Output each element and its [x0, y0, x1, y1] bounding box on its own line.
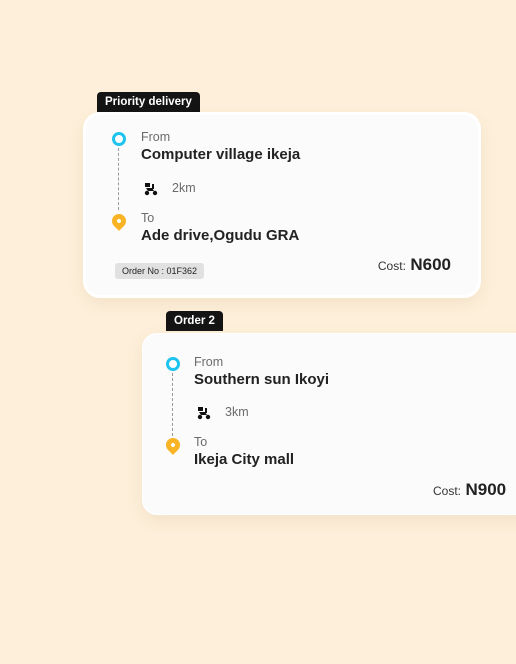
order-number-badge: Order No : 01F362	[115, 263, 205, 279]
to-address: Ade drive,Ogudu GRA	[141, 227, 300, 244]
dropoff-pin-icon	[163, 435, 183, 455]
to-label: To	[194, 435, 208, 449]
pickup-pin-icon	[166, 357, 180, 371]
from-address: Computer village ikeja	[141, 146, 301, 163]
cost-value: N900	[465, 480, 507, 499]
pickup-pin-icon	[112, 132, 126, 146]
from-label: From	[141, 130, 171, 144]
cost: Cost: N600	[378, 255, 451, 275]
distance-text: 2km	[172, 181, 196, 195]
dropoff-pin-icon	[109, 211, 129, 231]
delivery-bike-icon	[197, 407, 211, 420]
delivery-bike-icon	[144, 183, 158, 196]
priority-delivery-tag: Priority delivery	[97, 92, 200, 112]
cost: Cost: N900	[433, 480, 506, 500]
cost-label: Cost:	[433, 484, 462, 498]
from-address: Southern sun Ikoyi	[194, 371, 330, 388]
order-card-2[interactable]: From Southern sun Ikoyi 3km To Ikeja Cit…	[143, 334, 516, 514]
order-card-priority[interactable]: From Computer village ikeja 2km To Ade d…	[86, 115, 478, 295]
from-label: From	[194, 355, 224, 369]
cost-label: Cost:	[377, 259, 406, 273]
to-label: To	[141, 211, 155, 225]
cost-value: N600	[410, 255, 451, 274]
to-address: Ikeja City mall	[194, 451, 295, 468]
route-line	[118, 148, 119, 210]
route-line	[172, 373, 173, 436]
order-2-tag: Order 2	[166, 311, 223, 331]
distance-text: 3km	[225, 405, 249, 419]
